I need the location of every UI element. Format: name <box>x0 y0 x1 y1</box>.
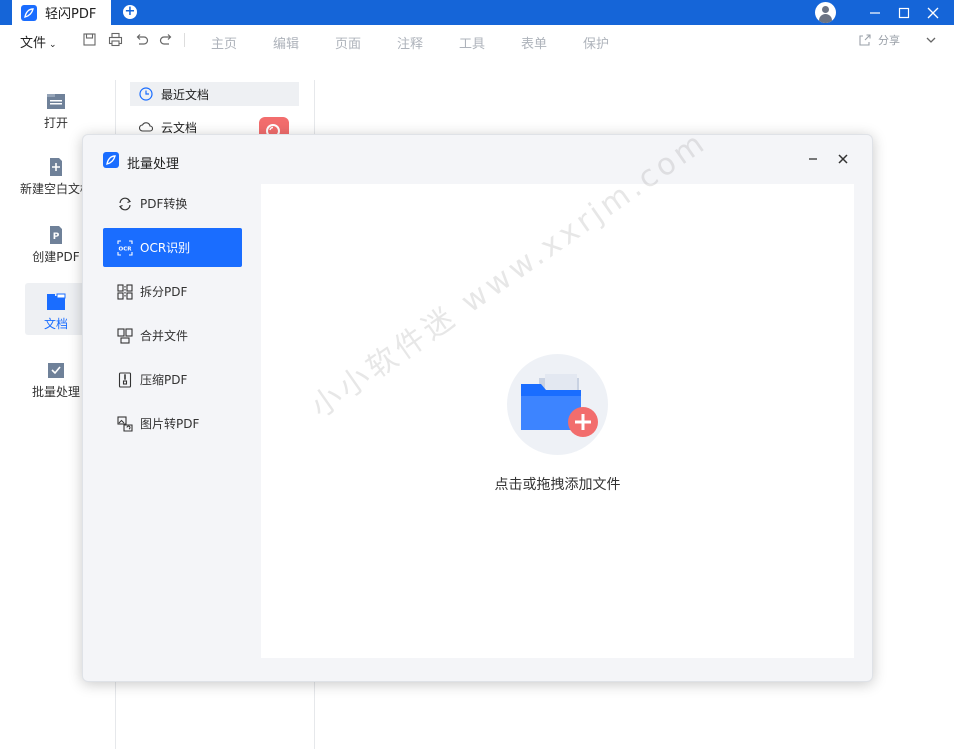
app-logo-icon <box>103 152 119 168</box>
minimize-icon[interactable] <box>806 152 820 166</box>
compress-icon <box>118 371 132 388</box>
doc-list-recent[interactable]: 最近文档 <box>130 82 299 106</box>
split-icon <box>117 283 133 300</box>
chevron-down-icon: ⌄ <box>49 40 57 50</box>
close-window-button[interactable] <box>918 0 948 25</box>
folder-add-icon <box>521 374 598 437</box>
dialog-title: 批量处理 <box>127 157 180 172</box>
nav-compress-pdf[interactable]: 压缩PDF <box>103 360 242 399</box>
minimize-icon <box>870 11 880 14</box>
minimize-button[interactable] <box>860 0 890 25</box>
maximize-button[interactable] <box>889 0 919 25</box>
menu-bar: 文件 ⌄ 主页 编辑 页面 注释 工具 表单 保护 分享 <box>0 25 954 55</box>
document-tab[interactable]: 轻闪PDF <box>12 0 111 25</box>
nav-image-to-pdf[interactable]: 图片转PDF <box>103 404 242 443</box>
menu-edit[interactable]: 编辑 <box>273 33 299 52</box>
share-icon <box>859 34 871 46</box>
maximize-icon <box>898 7 910 18</box>
file-drop-zone[interactable]: 点击或拖拽添加文件 <box>261 184 854 658</box>
batch-icon <box>48 363 64 378</box>
close-icon[interactable] <box>836 152 850 166</box>
app-logo-icon <box>21 4 37 21</box>
nav-merge-files[interactable]: 合并文件 <box>103 316 242 355</box>
chevron-down-icon[interactable] <box>925 34 937 46</box>
menu-protect[interactable]: 保护 <box>583 33 609 52</box>
drop-instruction: 点击或拖拽添加文件 <box>494 477 621 493</box>
new-doc-icon <box>50 158 62 176</box>
redo-icon[interactable] <box>159 32 174 47</box>
merge-icon <box>117 327 133 344</box>
nav-split-pdf[interactable]: 拆分PDF <box>103 272 242 311</box>
user-avatar[interactable] <box>815 2 836 23</box>
menu-annotate[interactable]: 注释 <box>397 33 423 52</box>
share-button[interactable]: 分享 <box>858 32 900 48</box>
documents-icon <box>47 293 66 310</box>
nav-pdf-convert[interactable]: PDF转换 <box>103 184 242 223</box>
undo-icon[interactable] <box>134 32 149 47</box>
rail-item-open[interactable]: 打开 <box>0 92 112 131</box>
menu-tools[interactable]: 工具 <box>459 33 485 52</box>
svg-text:OCR: OCR <box>119 246 133 252</box>
ocr-icon: OCR <box>117 239 133 256</box>
nav-ocr[interactable]: OCR OCR识别 <box>103 228 242 267</box>
svg-text:P: P <box>53 232 60 242</box>
close-icon <box>927 7 939 18</box>
convert-icon <box>119 197 131 210</box>
image-to-pdf-icon <box>117 415 133 432</box>
clock-icon <box>139 87 153 101</box>
menu-page[interactable]: 页面 <box>335 33 361 52</box>
print-icon[interactable] <box>108 32 123 47</box>
toolbar-divider <box>184 33 185 47</box>
title-bar: 轻闪PDF + <box>0 0 954 25</box>
folder-open-icon <box>47 94 65 109</box>
file-menu[interactable]: 文件 ⌄ <box>20 32 57 51</box>
menu-form[interactable]: 表单 <box>521 33 547 52</box>
add-file-illustration[interactable] <box>507 354 608 455</box>
create-pdf-icon: P <box>50 226 62 244</box>
menu-home[interactable]: 主页 <box>211 33 237 52</box>
cloud-icon <box>139 122 153 132</box>
save-icon[interactable] <box>82 32 97 47</box>
tab-title: 轻闪PDF <box>45 7 97 22</box>
new-tab-button[interactable]: + <box>123 5 137 19</box>
batch-dialog: 批量处理 PDF转换 OCR OCR识别 拆分PDF 合并文件 压缩PDF 图片… <box>82 134 873 682</box>
